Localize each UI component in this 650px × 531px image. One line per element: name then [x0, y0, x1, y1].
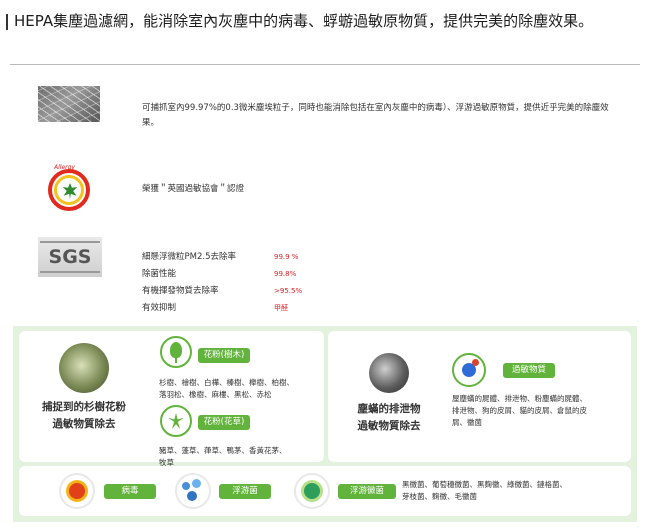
mold-icon [294, 473, 330, 509]
allergen-pill: 過敏物質 [503, 363, 555, 378]
sgs-row: 細懸浮微粒PM2.5去除率 99.9 % [142, 252, 299, 262]
bacteria-icon [175, 473, 211, 509]
allergen-list: 屋塵蟎的屍體、排泄物、粉塵蟎的屍體、 排泄物、狗的皮屑、貓的皮屑、倉鼠的皮 屑、… [452, 394, 587, 427]
tree-icon [160, 336, 192, 368]
bacteria-pill: 浮游菌 [219, 484, 271, 499]
mite-panel: 塵蟎的排泄物 過敏物質除去 過敏物質 屋塵蟎的屍體、排泄物、粉塵蟎的屍體、 排泄… [328, 331, 631, 462]
grass-icon [160, 405, 192, 437]
virus-pill: 病毒 [104, 484, 156, 499]
allergen-section: 捕捉到的杉樹花粉 過敏物質除去 花粉(樹木) 杉樹、檜樹、白樺、榛樹、櫸樹、柏樹… [13, 326, 637, 522]
allergy-uk-seal-icon [48, 169, 90, 211]
tree-pollen-list: 杉樹、檜樹、白樺、榛樹、櫸樹、柏樹、 落羽松、橡樹、麻樓、黑松、赤松 [159, 378, 294, 399]
pollen-title: 捕捉到的杉樹花粉 過敏物質除去 [42, 401, 126, 430]
microbe-strip: 病毒 浮游菌 浮游黴菌 黑黴菌、葡萄穗黴菌、黑麴黴、綠黴菌、鏈格菌、 芽枝菌、麴… [19, 466, 631, 516]
sgs-results-table: 細懸浮微粒PM2.5去除率 99.9 % 除菌性能 99.8% 有機揮發物質去除率 >… [142, 249, 302, 317]
sgs-row: 有機揮發物質去除率 >95.5% [142, 286, 303, 296]
mite-photo [369, 353, 409, 393]
mold-pill: 浮游黴菌 [338, 484, 396, 499]
page-title: HEPA集塵過濾網，能消除室內灰塵中的病毒、蜉蝣過敏原物質，提供完美的除塵效果。 [6, 10, 634, 33]
hepa-fiber-image [38, 86, 100, 122]
mite-title: 塵蟎的排泄物 過敏物質除去 [357, 403, 421, 432]
title-marker [6, 14, 8, 30]
seal-text: Allergy [54, 164, 75, 171]
tree-pollen-pill: 花粉(樹木) [198, 348, 250, 363]
allergen-icon [452, 353, 486, 387]
hepa-description: 可捕抓室內99.97%的0.3微米塵埃粒子，同時也能消除包括在室內灰塵中的病毒）… [142, 103, 609, 128]
mold-list: 黑黴菌、葡萄穗黴菌、黑麴黴、綠黴菌、鏈格菌、 芽枝菌、麴黴、毛黴菌 [402, 480, 567, 501]
header-divider [10, 64, 640, 65]
pollen-photo [59, 343, 109, 393]
virus-icon [59, 473, 95, 509]
grass-pollen-pill: 花粉(花草) [198, 415, 250, 430]
sgs-row: 除菌性能 99.8% [142, 269, 297, 279]
pollen-panel: 捕捉到的杉樹花粉 過敏物質除去 花粉(樹木) 杉樹、檜樹、白樺、榛樹、櫸樹、柏樹… [19, 331, 324, 467]
certification-text: 榮獲＂英國過敏協會＂認證 [142, 184, 245, 194]
sgs-row: 有效抑制 甲醛 [142, 303, 288, 313]
